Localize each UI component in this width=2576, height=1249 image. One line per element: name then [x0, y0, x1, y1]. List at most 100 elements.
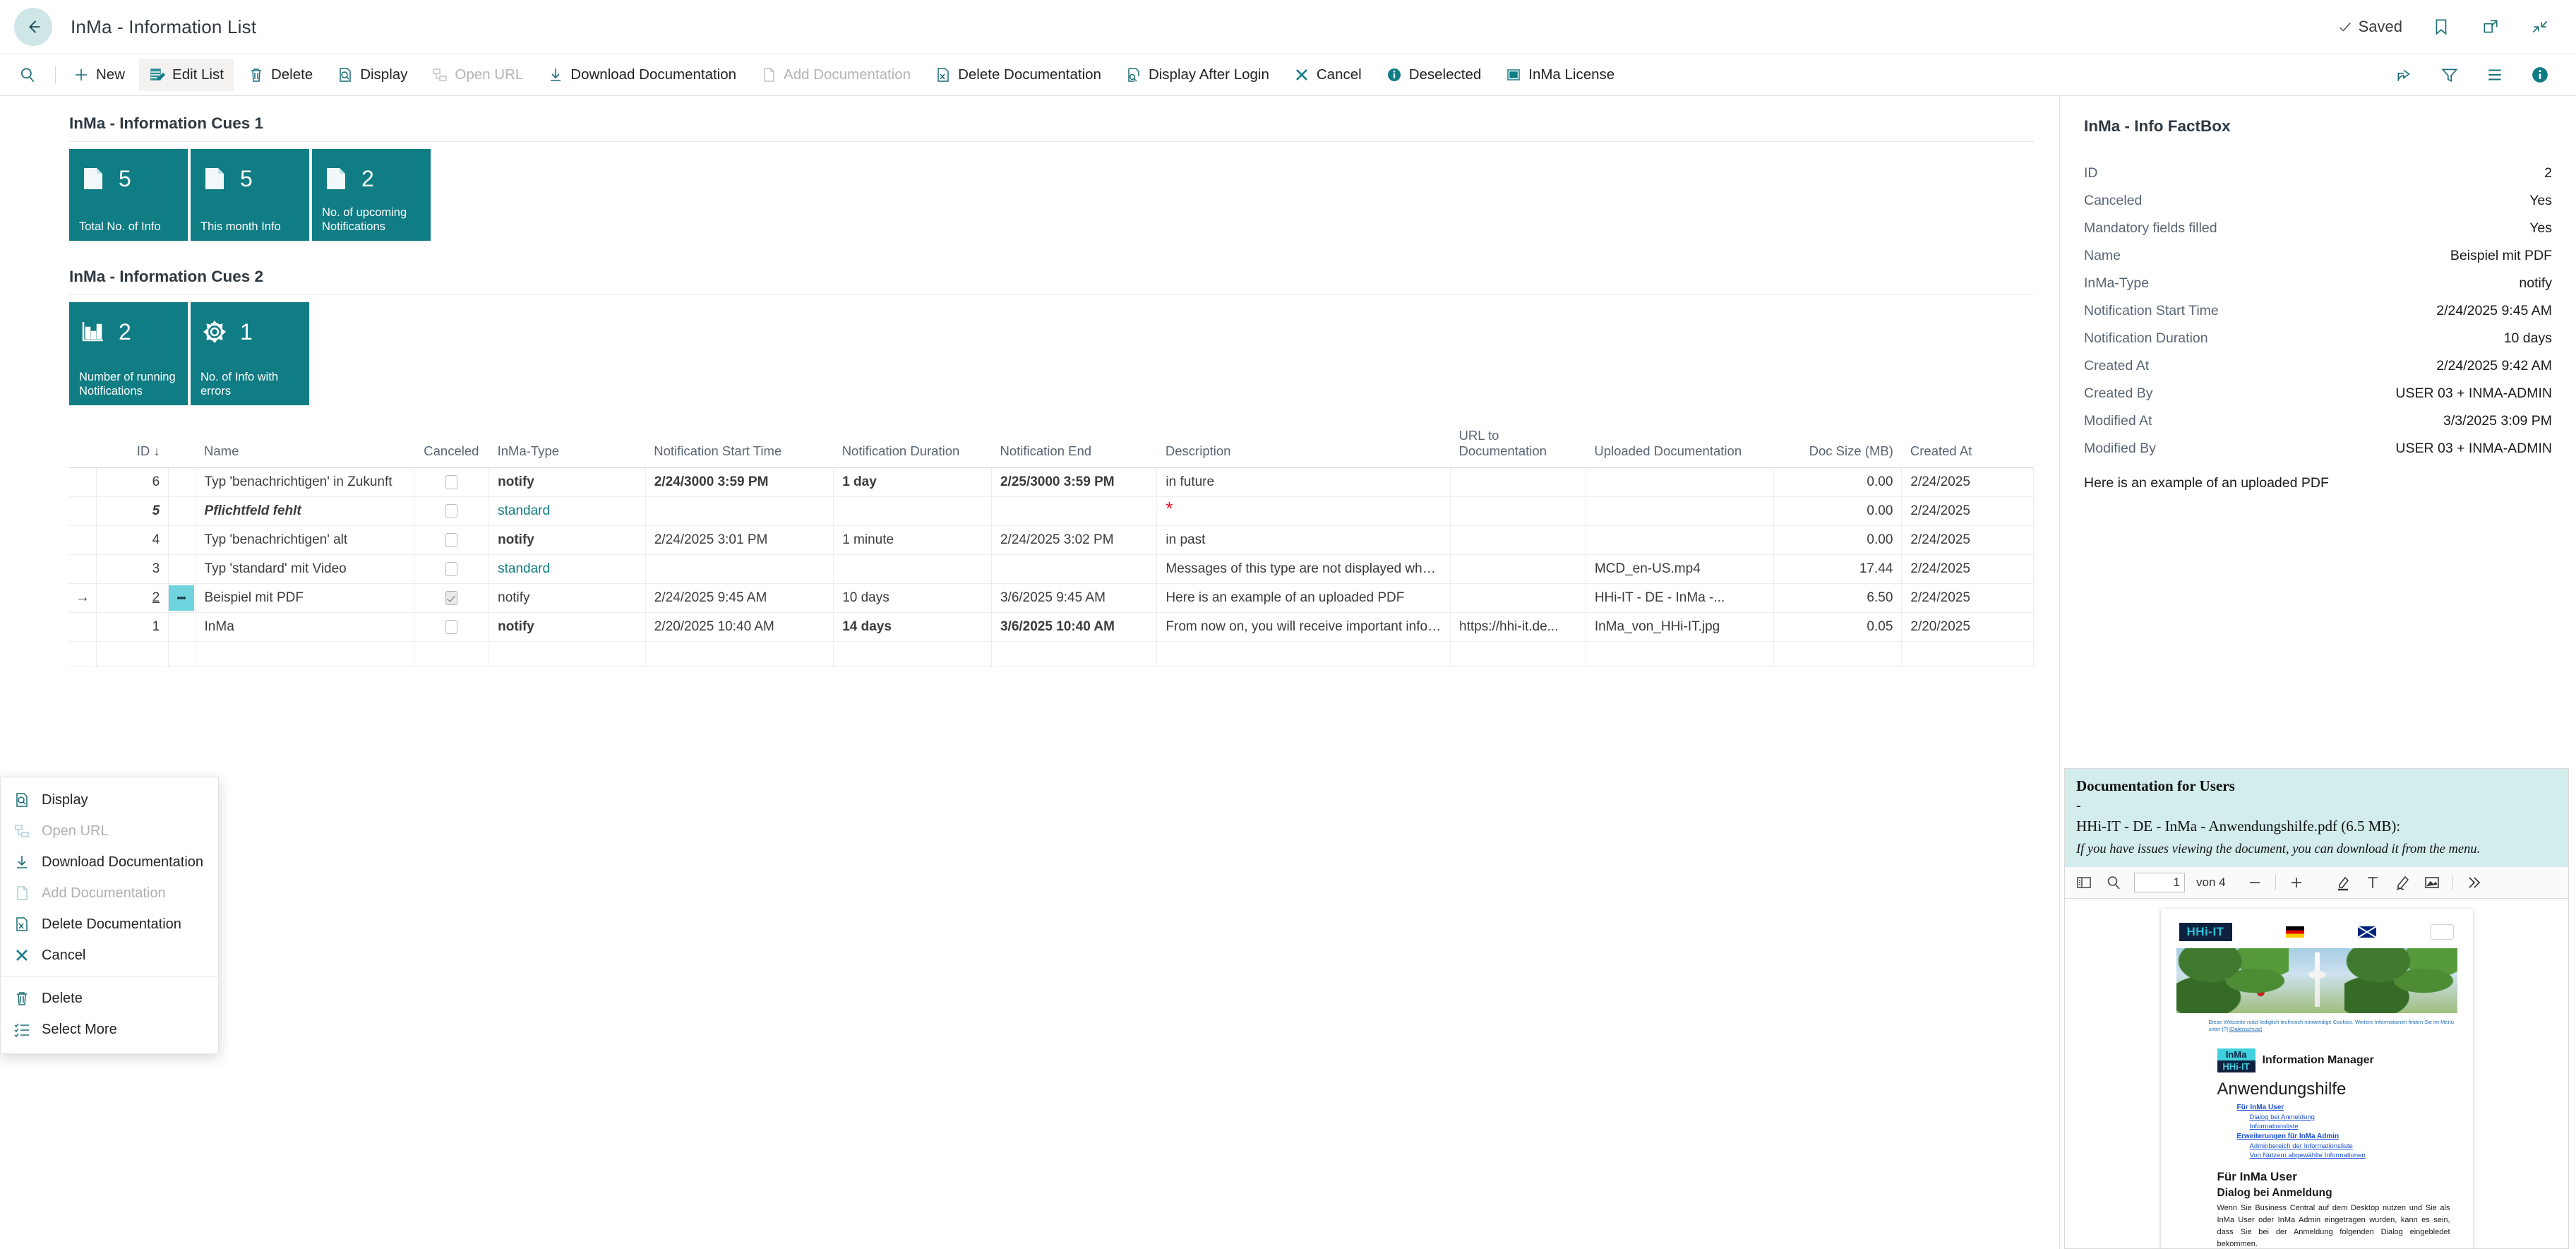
cue-tile-top: 2	[79, 313, 178, 350]
bookmark-button[interactable]	[2431, 16, 2452, 37]
cue-tile-value: 2	[361, 167, 374, 190]
table-row[interactable]: 6 Typ 'benachrichtigen' in Zukunft notif…	[69, 467, 2034, 496]
back-button[interactable]	[14, 8, 52, 46]
ribbon-action-display[interactable]: Display	[327, 59, 417, 91]
cell-canceled[interactable]	[414, 496, 489, 525]
header-notification-start-time[interactable]: Notification Start Time	[645, 424, 833, 467]
ribbon-action-delete-documentation[interactable]: Delete Documentation	[925, 59, 1111, 91]
field-value: USER 03 + INMA-ADMIN	[2395, 386, 2552, 402]
page-login-icon	[1125, 66, 1142, 83]
context-menu-item-display[interactable]: Display	[1, 784, 218, 815]
pdf-highlight-button[interactable]	[2334, 873, 2352, 892]
ribbon-action-inma-license[interactable]: InMa License	[1495, 59, 1624, 91]
open-url-icon	[13, 823, 30, 839]
context-menu-item-cancel[interactable]: Cancel	[1, 940, 218, 971]
cell-uploaded: MCD_en-US.mp4	[1586, 554, 1773, 583]
toc-entry[interactable]: Dialog bei Anmeldung	[2237, 1113, 2457, 1122]
pdf-product-name: Information Manager	[2263, 1054, 2374, 1067]
list-view-button[interactable]	[2484, 64, 2505, 85]
ribbon-action-display-after-login[interactable]: Display After Login	[1115, 59, 1279, 91]
filter-button[interactable]	[2439, 64, 2460, 85]
context-menu-item-delete[interactable]: Delete	[1, 983, 218, 1014]
cell-canceled[interactable]	[414, 583, 489, 612]
field-label: Modified By	[2084, 441, 2156, 457]
toc-entry[interactable]: Adminbereich der Informationsliste	[2237, 1142, 2457, 1151]
table-row[interactable]: 3 Typ 'standard' mit Video standard Mess…	[69, 554, 2034, 583]
ribbon-action-new[interactable]: New	[63, 59, 135, 91]
pdf-image-tool-button[interactable]	[2423, 873, 2441, 892]
pdf-page-input[interactable]: 1	[2134, 873, 2185, 892]
table-row-selected[interactable]: → 2 Beispiel mit PDF notify 2/24/2025 9:…	[69, 583, 2034, 612]
table-row-blank[interactable]	[69, 641, 2034, 667]
field-value: 2	[2544, 165, 2552, 181]
table-row[interactable]: 4 Typ 'benachrichtigen' alt notify 2/24/…	[69, 525, 2034, 554]
cell-canceled[interactable]	[414, 525, 489, 554]
table-row[interactable]: 1 InMa notify 2/20/2025 10:40 AM 14 days…	[69, 612, 2034, 641]
header-created-at[interactable]: Created At	[1902, 424, 2034, 467]
cue-tile-info-with-errors[interactable]: 1 No. of Info with errors	[191, 302, 309, 405]
row-context-menu-button[interactable]	[169, 585, 194, 611]
info-badge-button[interactable]	[2529, 64, 2551, 85]
collapse-button[interactable]	[2529, 16, 2551, 37]
checkbox-checked[interactable]	[445, 591, 457, 605]
privacy-link[interactable]: [Datenschutz]	[2229, 1026, 2262, 1032]
context-menu-item-select-more[interactable]: Select More	[1, 1014, 218, 1045]
pdf-search-button[interactable]	[2104, 873, 2123, 892]
header-notification-duration[interactable]: Notification Duration	[834, 424, 992, 467]
document-icon	[200, 165, 229, 193]
ribbon-search-button[interactable]	[0, 54, 55, 96]
header-doc-size[interactable]: Doc Size (MB)	[1774, 424, 1902, 467]
pdf-text-tool-button[interactable]	[2364, 873, 2382, 892]
ribbon-action-download-documentation[interactable]: Download Documentation	[537, 59, 746, 91]
toc-entry[interactable]: Informationsliste	[2237, 1122, 2457, 1131]
ribbon-action-deselected[interactable]: Deselected	[1376, 59, 1492, 91]
header-name[interactable]: Name	[196, 424, 414, 467]
checkbox[interactable]	[445, 475, 457, 489]
cue-tile-running-notifications[interactable]: 2 Number of running Notifications	[69, 302, 188, 405]
cell-canceled[interactable]	[414, 554, 489, 583]
cue-tile-upcoming-notifications[interactable]: 2 No. of upcoming Notifications	[312, 149, 431, 241]
header-notification-end[interactable]: Notification End	[991, 424, 1156, 467]
context-menu-item-label: Cancel	[42, 948, 85, 964]
row-menu-cell[interactable]	[169, 583, 196, 612]
share-button[interactable]	[2394, 64, 2415, 85]
header-uploaded-documentation[interactable]: Uploaded Documentation	[1586, 424, 1773, 467]
ribbon-action-edit-list[interactable]: Edit List	[139, 59, 234, 91]
ribbon-action-cancel[interactable]: Cancel	[1283, 59, 1372, 91]
toc-entry[interactable]: Erweiterungen für InMa Admin	[2237, 1131, 2457, 1142]
ribbon-action-add-documentation: Add Documentation	[750, 59, 921, 91]
field-value: 3/3/2025 3:09 PM	[2443, 413, 2552, 429]
pdf-zoom-out-button[interactable]	[2246, 873, 2264, 892]
pdf-subsection-heading: Dialog bei Anmeldung	[2176, 1184, 2457, 1202]
pdf-draw-tool-button[interactable]	[2393, 873, 2412, 892]
cue-tile-total-no-of-info[interactable]: 5 Total No. of Info	[69, 149, 188, 241]
pdf-more-tools-button[interactable]	[2464, 873, 2483, 892]
checkbox[interactable]	[445, 620, 457, 634]
header-id[interactable]: ID ↓	[96, 424, 168, 467]
saved-status: Saved	[2337, 18, 2402, 36]
context-menu-item-delete-documentation[interactable]: Delete Documentation	[1, 909, 218, 940]
toc-entry[interactable]: Von Nutzern abgewählte Informationen	[2237, 1151, 2457, 1160]
checkbox[interactable]	[445, 533, 457, 547]
toc-entry[interactable]: Für InMa User	[2237, 1102, 2457, 1113]
pdf-zoom-in-button[interactable]	[2287, 873, 2306, 892]
header-inma-type[interactable]: InMa-Type	[489, 424, 646, 467]
table-row[interactable]: 5 Pflichtfeld fehlt standard * 0.00	[69, 496, 2034, 525]
row-indicator	[69, 554, 96, 583]
checkbox[interactable]	[445, 562, 457, 576]
cue-tile-this-month-info[interactable]: 5 This month Info	[191, 149, 309, 241]
open-new-window-button[interactable]	[2480, 16, 2501, 37]
header-description[interactable]: Description	[1157, 424, 1451, 467]
pdf-page-preview[interactable]: HHi-IT Diese Webseite nutzt lediglich te…	[2161, 909, 2473, 1249]
checkbox[interactable]	[445, 504, 457, 518]
cue-tile-top: 5	[200, 160, 299, 197]
cell-canceled[interactable]	[414, 612, 489, 641]
header-canceled[interactable]: Canceled	[414, 424, 489, 467]
header-url-to-documentation[interactable]: URL to Documentation	[1451, 424, 1586, 467]
context-menu-item-download-documentation[interactable]: Download Documentation	[1, 847, 218, 878]
ribbon-action-delete[interactable]: Delete	[238, 59, 323, 91]
ribbon-action-open-url: Open URL	[421, 59, 533, 91]
field-value: Yes	[2529, 193, 2552, 209]
sidebar-toggle-button[interactable]	[2075, 873, 2093, 892]
cell-canceled[interactable]	[414, 467, 489, 496]
